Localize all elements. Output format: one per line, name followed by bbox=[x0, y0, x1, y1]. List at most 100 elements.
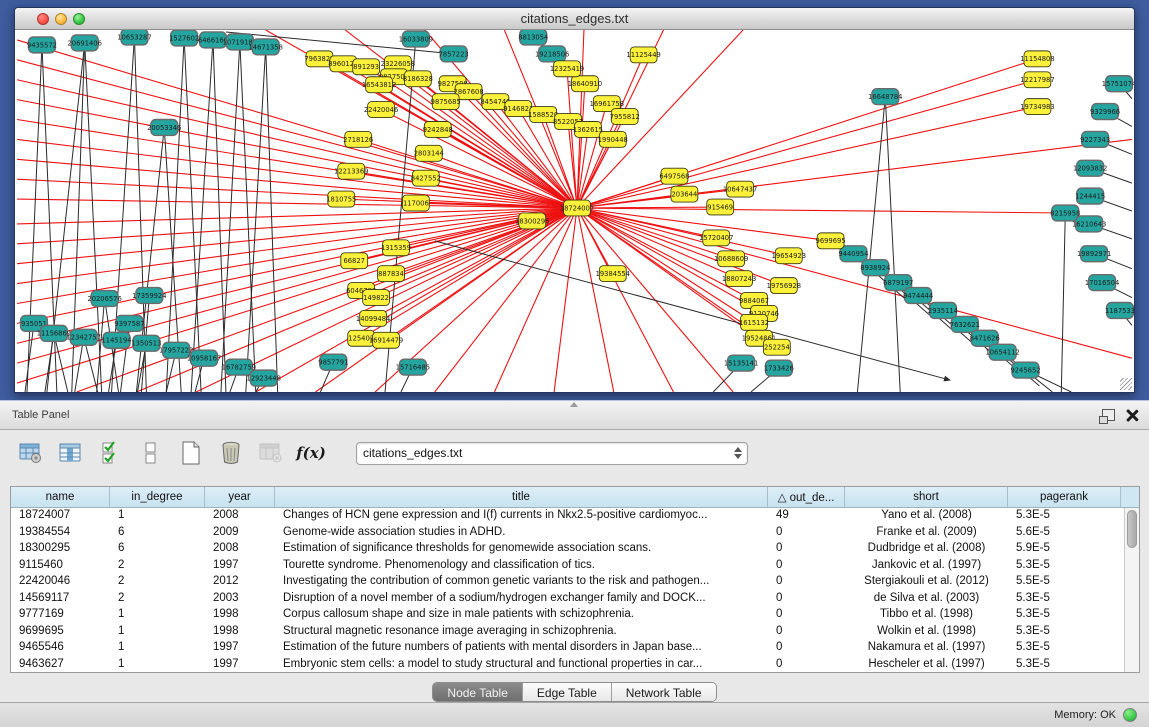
graph-node-label: 20206576 bbox=[87, 295, 121, 303]
window-titlebar[interactable]: citations_edges.txt bbox=[15, 8, 1134, 30]
select-column-button[interactable] bbox=[58, 440, 84, 466]
table-row[interactable]: 946554611997Estimation of the future num… bbox=[11, 640, 1139, 657]
table-cell: 0 bbox=[768, 607, 845, 624]
table-cell: Hescheler et al. (1997) bbox=[845, 657, 1008, 673]
graph-node-label: 2718126 bbox=[343, 136, 373, 144]
table-cell: 2012 bbox=[205, 574, 275, 591]
graph-node-label: 9440954 bbox=[838, 250, 868, 258]
graph-node-label: 1527602 bbox=[169, 34, 199, 42]
graph-node-label: 9329966 bbox=[1090, 108, 1120, 116]
graph-node-label: 9435572 bbox=[27, 41, 57, 49]
column-header-name[interactable]: name bbox=[11, 487, 110, 507]
table-row[interactable]: 1456911722003Disruption of a novel membe… bbox=[11, 591, 1139, 608]
table-cell: 18300295 bbox=[11, 541, 110, 558]
table-cell: 5.3E-5 bbox=[1008, 607, 1121, 624]
graph-edge[interactable] bbox=[1061, 213, 1065, 392]
graph-node-label: 1615132 bbox=[739, 319, 769, 327]
graph-node-label: 252254 bbox=[764, 344, 790, 352]
graph-edge[interactable] bbox=[358, 139, 577, 208]
table-cell: 0 bbox=[768, 541, 845, 558]
graph-node-label: 9397587 bbox=[114, 320, 144, 328]
table-cell: 2 bbox=[110, 591, 205, 608]
column-header-year[interactable]: year bbox=[205, 487, 275, 507]
table-row[interactable]: 1830029562008Estimation of significance … bbox=[11, 541, 1139, 558]
table-cell: 19384554 bbox=[11, 525, 110, 542]
window-resize-grip[interactable] bbox=[1120, 378, 1132, 390]
table-cell: Stergiakouli et al. (2012) bbox=[845, 574, 1008, 591]
delete-table-button[interactable] bbox=[218, 440, 244, 466]
panel-grip-icon[interactable] bbox=[570, 402, 578, 407]
table-settings-button[interactable] bbox=[18, 440, 44, 466]
graph-edge[interactable] bbox=[166, 38, 184, 392]
graph-edge[interactable] bbox=[857, 97, 885, 392]
network-canvas[interactable]: 9435572206914061065328715276026466160107… bbox=[15, 30, 1134, 392]
graph-edge[interactable] bbox=[266, 47, 278, 392]
graph-edge[interactable] bbox=[577, 208, 614, 392]
tab-node-table[interactable]: Node Table bbox=[433, 683, 523, 701]
select-all-rows-button[interactable] bbox=[98, 440, 124, 466]
float-panel-icon[interactable] bbox=[1102, 409, 1115, 421]
graph-edge[interactable] bbox=[246, 47, 266, 392]
table-cell: 2003 bbox=[205, 591, 275, 608]
table-row[interactable]: 946362711997Embryonic stem cells: a mode… bbox=[11, 657, 1139, 673]
graph-edge[interactable] bbox=[577, 208, 1132, 358]
graph-node-label: 9245652 bbox=[1010, 367, 1040, 375]
column-header-out_de[interactable]: △ out_de... bbox=[768, 487, 845, 507]
column-header-short[interactable]: short bbox=[845, 487, 1008, 507]
table-cell: Genome-wide association studies in ADHD. bbox=[275, 525, 768, 542]
new-table-button[interactable] bbox=[178, 440, 204, 466]
table-selector-dropdown[interactable]: citations_edges.txt bbox=[356, 442, 748, 465]
column-header-in_degree[interactable]: in_degree bbox=[110, 487, 205, 507]
function-builder-button[interactable]: f(x) bbox=[298, 440, 324, 466]
unselect-rows-button[interactable] bbox=[138, 440, 164, 466]
tab-edge-table[interactable]: Edge Table bbox=[523, 683, 612, 701]
table-row[interactable]: 1872400712008Changes of HCN gene express… bbox=[11, 508, 1139, 525]
network-graph[interactable]: 9435572206914061065328715276026466160107… bbox=[15, 30, 1134, 392]
close-panel-icon[interactable] bbox=[1125, 408, 1139, 422]
network-window: citations_edges.txt 94355722069140610653… bbox=[14, 7, 1135, 393]
table-row[interactable]: 969969511998Structural magnetic resonanc… bbox=[11, 624, 1139, 641]
scrollbar-thumb[interactable] bbox=[1127, 510, 1137, 548]
graph-node-label: 18300295 bbox=[515, 217, 549, 225]
table-cell: 0 bbox=[768, 558, 845, 575]
graph-node-label: 1350513 bbox=[131, 340, 161, 348]
table-cell: 5.5E-5 bbox=[1008, 574, 1121, 591]
table-cell: 2 bbox=[110, 574, 205, 591]
graph-edge[interactable] bbox=[577, 107, 1037, 208]
graph-edge[interactable] bbox=[577, 208, 789, 256]
graph-edge[interactable] bbox=[577, 80, 1037, 208]
window-title: citations_edges.txt bbox=[15, 11, 1134, 26]
table-cell: 5.6E-5 bbox=[1008, 525, 1121, 542]
table-row[interactable]: 2242004622012Investigating the contribut… bbox=[11, 574, 1139, 591]
table-cell: 18724007 bbox=[11, 508, 110, 525]
tab-network-table[interactable]: Network Table bbox=[612, 683, 716, 701]
table-vertical-scrollbar[interactable] bbox=[1124, 508, 1139, 672]
graph-node-label: 14671358 bbox=[249, 43, 283, 51]
table-cell: 0 bbox=[768, 657, 845, 673]
graph-node-label: 16648784 bbox=[868, 93, 902, 101]
graph-edge[interactable] bbox=[221, 42, 240, 392]
graph-edge[interactable] bbox=[494, 208, 577, 392]
graph-edge[interactable] bbox=[45, 333, 54, 392]
table-row[interactable]: 911546021997Tourette syndrome. Phenomeno… bbox=[11, 558, 1139, 575]
graph-node-label: 22420046 bbox=[364, 106, 398, 114]
graph-node-label: 2803144 bbox=[414, 150, 444, 158]
graph-edge[interactable] bbox=[17, 139, 577, 208]
graph-edge[interactable] bbox=[885, 97, 900, 392]
graph-edge[interactable] bbox=[379, 85, 577, 208]
graph-edge[interactable] bbox=[577, 208, 1065, 213]
graph-node-label: 2935114 bbox=[928, 307, 958, 315]
graph-edge[interactable] bbox=[184, 38, 201, 392]
table-row[interactable]: 1938455462009Genome-wide association stu… bbox=[11, 525, 1139, 542]
graph-edge[interactable] bbox=[27, 45, 42, 392]
table-row[interactable]: 977716911998Corpus callosum shape and si… bbox=[11, 607, 1139, 624]
table-panel-titlebar[interactable]: Table Panel bbox=[0, 400, 1149, 430]
column-header-title[interactable]: title bbox=[275, 487, 768, 507]
graph-node-label: 203644 bbox=[672, 190, 698, 198]
column-header-pagerank[interactable]: pagerank bbox=[1008, 487, 1121, 507]
table-cell: 5.3E-5 bbox=[1008, 591, 1121, 608]
graph-edge[interactable] bbox=[17, 60, 577, 208]
table-cell: Estimation of the future numbers of pati… bbox=[275, 640, 768, 657]
graph-edge[interactable] bbox=[554, 208, 577, 392]
table-cell: 9465546 bbox=[11, 640, 110, 657]
